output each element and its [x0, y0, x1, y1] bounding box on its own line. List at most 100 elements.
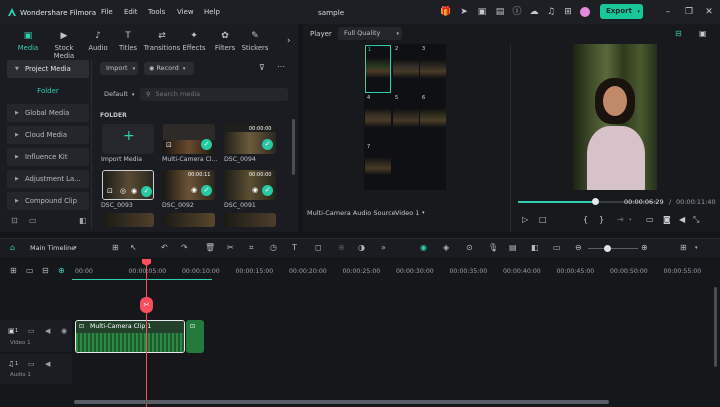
- media-thumb-partial[interactable]: [224, 213, 276, 227]
- zoom-in-icon[interactable]: ⊕: [641, 243, 648, 252]
- folder-icon[interactable]: ▭: [28, 327, 35, 335]
- headphones-icon[interactable]: ♫: [545, 6, 557, 18]
- screen-icon[interactable]: ▭: [553, 243, 561, 252]
- video-preview[interactable]: [573, 44, 657, 190]
- timeline-ruler[interactable]: 00:00 00:00:05:00 00:00:10:00 00:00:15:00 00…: [72, 257, 720, 281]
- sidebar-folder[interactable]: Folder: [7, 82, 89, 100]
- filter-icon[interactable]: ⊽: [259, 63, 265, 72]
- display-icon[interactable]: ▭: [646, 215, 654, 224]
- microphone-icon[interactable]: 🎙: [488, 243, 498, 252]
- save-icon[interactable]: ▤: [494, 6, 506, 18]
- tabs-next-icon[interactable]: ›: [287, 36, 291, 46]
- more-options-icon[interactable]: ⋯: [277, 62, 285, 71]
- sidebar-item-cloud-media[interactable]: ▶ Cloud Media: [7, 126, 89, 144]
- snapshot-icon[interactable]: ◙: [663, 215, 671, 224]
- media-thumb-partial[interactable]: [102, 213, 154, 227]
- zoom-slider[interactable]: [588, 248, 638, 249]
- quality-dropdown[interactable]: Full Quality ▾: [338, 27, 402, 40]
- cloud-icon[interactable]: ☁: [528, 6, 540, 18]
- mark-out-icon[interactable]: }: [599, 215, 604, 224]
- camera-cell-6[interactable]: 6: [420, 94, 446, 142]
- camera-cell-1[interactable]: 1: [365, 45, 391, 93]
- render-icon[interactable]: ◉: [420, 243, 427, 252]
- volume-icon[interactable]: ◀: [679, 215, 685, 224]
- timeline-vertical-scrollbar[interactable]: [714, 287, 717, 367]
- link-icon[interactable]: ⊟: [42, 266, 49, 275]
- menu-view[interactable]: View: [177, 8, 194, 16]
- tab-stock-media[interactable]: ▶ Stock Media: [44, 31, 84, 60]
- media-thumb-dsc0092[interactable]: 00:00:11 ◉ ✓: [163, 170, 215, 200]
- voiceover-icon[interactable]: ▤: [509, 243, 517, 252]
- grid-view-icon[interactable]: ⊞: [680, 243, 687, 252]
- camera-cell-7[interactable]: 7: [365, 143, 391, 189]
- split-marker-icon[interactable]: ✂: [140, 297, 153, 313]
- snap-icon[interactable]: ⊕: [58, 266, 65, 275]
- tab-stickers[interactable]: ✎ Stickers: [237, 31, 273, 52]
- camera-cell-5[interactable]: 5: [393, 94, 419, 142]
- tab-titles[interactable]: T Titles: [110, 31, 146, 52]
- snapshot-view-icon[interactable]: ▣: [699, 29, 707, 38]
- sidebar-item-global-media[interactable]: ▶ Global Media: [7, 104, 89, 122]
- fullscreen-icon[interactable]: ⤡: [693, 215, 699, 225]
- mask-icon[interactable]: ◻: [315, 243, 322, 252]
- more-tools-icon[interactable]: »: [381, 243, 386, 252]
- record-dropdown[interactable]: ◉ Record ▾: [144, 62, 194, 75]
- eye-icon[interactable]: ◉: [61, 327, 67, 335]
- minimize-icon[interactable]: –: [662, 6, 674, 18]
- media-thumb-dsc0094[interactable]: 00:00:00 ✓: [224, 124, 276, 154]
- text-icon[interactable]: T: [292, 243, 297, 252]
- layout-icon[interactable]: ▣: [476, 6, 488, 18]
- cut-icon[interactable]: ✂: [227, 243, 234, 252]
- timeline-horizontal-scrollbar[interactable]: [74, 400, 609, 404]
- maximize-icon[interactable]: ❐: [683, 6, 695, 18]
- shield-icon[interactable]: ◈: [443, 243, 449, 252]
- mark-in-icon[interactable]: {: [583, 215, 588, 224]
- track-manager-icon[interactable]: ▭: [26, 266, 34, 275]
- chevron-down-icon[interactable]: ▾: [74, 245, 77, 251]
- main-timeline-label[interactable]: Main Timeline: [30, 244, 75, 252]
- close-icon[interactable]: ✕: [703, 6, 715, 18]
- volume-icon[interactable]: ◀: [45, 327, 50, 335]
- playhead-line[interactable]: [146, 261, 147, 407]
- zoom-slider-knob[interactable]: [604, 245, 611, 252]
- undo-icon[interactable]: ↶: [161, 243, 168, 252]
- redo-icon[interactable]: ↷: [181, 243, 188, 252]
- export-button[interactable]: Export ▾: [600, 4, 643, 19]
- media-thumb-dsc0093[interactable]: ⊡ ◎ ◉ ✓: [102, 170, 154, 200]
- delete-icon[interactable]: 🗑: [205, 243, 215, 252]
- media-thumb-multicam[interactable]: ⊡ ✓: [163, 124, 215, 154]
- select-tool-icon[interactable]: ↖: [130, 243, 137, 252]
- crop-icon[interactable]: ⌗: [249, 243, 254, 253]
- gift-icon[interactable]: 🎁: [440, 6, 452, 18]
- search-media-field[interactable]: ⚲ Search media: [140, 88, 288, 101]
- playback-scrubber[interactable]: [592, 198, 599, 205]
- sort-dropdown[interactable]: Default ▾: [100, 88, 136, 101]
- media-thumb-dsc0091[interactable]: 00:00:00 ◉ ✓: [224, 170, 276, 200]
- home-icon[interactable]: ⌂: [10, 243, 15, 252]
- collapse-panel-icon[interactable]: ◧: [79, 216, 87, 225]
- color-icon[interactable]: ◑: [358, 243, 365, 252]
- play-icon[interactable]: ▷: [522, 215, 528, 224]
- chevron-down-icon[interactable]: ▾: [422, 210, 425, 216]
- tab-media[interactable]: ▣ Media: [10, 31, 46, 52]
- media-thumb-partial[interactable]: [163, 213, 215, 227]
- user-avatar[interactable]: [580, 7, 590, 17]
- multicam-layout-icon[interactable]: ⊞: [112, 243, 119, 252]
- timeline-clip-extension[interactable]: ⊡: [186, 320, 204, 353]
- grid-apps-icon[interactable]: ⊞: [562, 6, 574, 18]
- speed-icon[interactable]: ◷: [270, 243, 277, 252]
- ai-icon[interactable]: ◧: [531, 243, 539, 252]
- sidebar-item-adjustment-layer[interactable]: ▶ Adjustment La...: [7, 170, 89, 188]
- folder-icon[interactable]: ▭: [29, 216, 37, 225]
- timeline-clip[interactable]: ⊡ Multi-Camera Clip 1: [75, 320, 185, 353]
- send-icon[interactable]: ➤: [458, 6, 470, 18]
- stop-icon[interactable]: □: [539, 215, 547, 224]
- sidebar-item-compound-clip[interactable]: ▶ Compound Clip: [7, 192, 89, 210]
- new-folder-icon[interactable]: ⊡: [11, 216, 18, 225]
- media-scrollbar[interactable]: [292, 119, 295, 175]
- chevron-down-icon[interactable]: ▾: [629, 217, 632, 223]
- insert-icon[interactable]: ⇥: [617, 215, 624, 224]
- menu-help[interactable]: Help: [204, 8, 220, 16]
- volume-icon[interactable]: ◀: [45, 360, 50, 368]
- add-track-icon[interactable]: ⊞: [10, 266, 17, 275]
